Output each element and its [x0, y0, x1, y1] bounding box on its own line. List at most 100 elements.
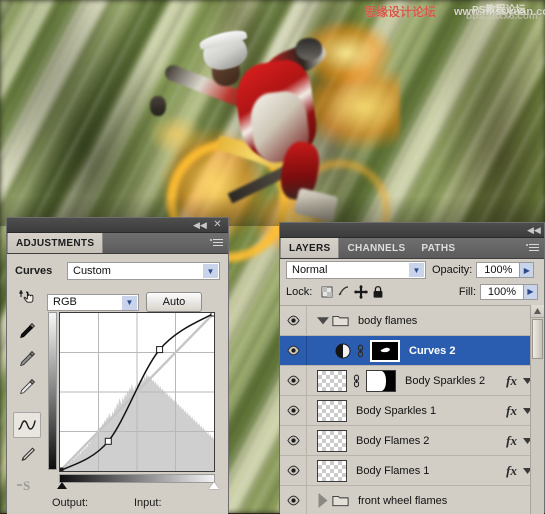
- eye-icon: [286, 495, 300, 506]
- folder-icon: [332, 315, 349, 327]
- pencil-draw-tool-icon[interactable]: [13, 442, 41, 468]
- layer-thumbnail[interactable]: [317, 459, 347, 482]
- fill-label: Fill:: [458, 285, 476, 298]
- layers-body: Normal ▼ Opacity: 100% ▶ Lock: Fill: 100…: [280, 259, 544, 514]
- channel-dropdown[interactable]: RGB ▼: [47, 293, 139, 311]
- smooth-curve-button-icon[interactable]: S: [13, 472, 41, 498]
- black-input-slider[interactable]: [57, 482, 67, 489]
- layer-row[interactable]: Body Sparkles 2 fx: [280, 366, 544, 396]
- close-icon[interactable]: ✕: [212, 220, 223, 230]
- layer-row[interactable]: body flames: [280, 306, 544, 336]
- panel-menu-icon[interactable]: [210, 237, 224, 249]
- layer-visibility-toggle[interactable]: [280, 366, 307, 395]
- lock-all-icon[interactable]: [369, 284, 386, 299]
- blend-mode-value: Normal: [292, 264, 328, 276]
- fill-input[interactable]: 100%: [480, 283, 524, 300]
- collapse-icon[interactable]: ◀◀: [527, 225, 541, 235]
- layer-visibility-toggle[interactable]: [280, 306, 307, 335]
- lock-label: Lock:: [286, 285, 313, 298]
- white-input-slider[interactable]: [209, 482, 219, 489]
- layers-tabrow: LAYERS CHANNELS PATHS: [280, 238, 544, 259]
- layer-visibility-toggle[interactable]: [280, 456, 307, 485]
- curve-control-point[interactable]: [210, 313, 214, 317]
- curve-point-tool-icon[interactable]: [13, 412, 41, 438]
- tab-layers[interactable]: LAYERS: [280, 238, 340, 258]
- layer-effects-icon[interactable]: fx: [506, 433, 517, 449]
- curve-grid[interactable]: [59, 312, 215, 472]
- auto-button[interactable]: Auto: [146, 292, 202, 312]
- layer-visibility-toggle[interactable]: [280, 396, 307, 425]
- curve-control-point[interactable]: [156, 346, 164, 354]
- input-gradient-bar: [59, 474, 215, 483]
- layer-thumbnail[interactable]: [317, 429, 347, 452]
- input-label: Input:: [134, 497, 162, 509]
- layer-row[interactable]: Body Flames 2 fx: [280, 426, 544, 456]
- svg-text:S: S: [23, 478, 30, 493]
- watermark: 思缘设计论坛 www.missyuan.com PS教程论坛 bbs.16xx8…: [364, 1, 545, 23]
- layers-titlebar: ◀◀: [280, 223, 544, 238]
- chevron-down-icon: ▼: [203, 264, 218, 278]
- tab-adjustments-label: ADJUSTMENTS: [16, 237, 95, 249]
- channel-value: RGB: [53, 296, 77, 308]
- fill-stepper-icon[interactable]: ▶: [524, 283, 538, 300]
- opacity-input[interactable]: 100%: [476, 262, 521, 278]
- black-point-eyedropper-icon[interactable]: [13, 318, 41, 344]
- tab-paths[interactable]: PATHS: [413, 238, 463, 258]
- layer-name: body flames: [358, 314, 418, 327]
- on-image-adjustment-tool-icon[interactable]: [13, 284, 41, 310]
- layer-list[interactable]: body flames Curves 2 Body Sparkles 2 fx B…: [280, 305, 544, 514]
- chevron-down-icon: ▼: [122, 295, 137, 310]
- rider-glove: [296, 38, 322, 60]
- lock-image-pixels-icon[interactable]: [335, 284, 352, 299]
- preset-dropdown[interactable]: Custom ▼: [67, 262, 220, 280]
- gray-point-eyedropper-icon[interactable]: [13, 346, 41, 372]
- watermark-secondary-url-text: bbs.16xx8.com: [466, 11, 538, 22]
- eye-icon: [286, 435, 300, 446]
- layer-thumbnails: [307, 369, 396, 392]
- layer-effects-icon[interactable]: fx: [506, 403, 517, 419]
- layer-name: front wheel flames: [358, 494, 448, 507]
- layer-row[interactable]: Body Sparkles 1 fx: [280, 396, 544, 426]
- layer-effects-icon[interactable]: fx: [506, 463, 517, 479]
- layer-row[interactable]: front wheel flames: [280, 486, 544, 514]
- layer-name: Body Flames 1: [356, 464, 430, 477]
- layer-thumbnail[interactable]: [317, 369, 347, 392]
- left-grip: [150, 96, 166, 116]
- curve-control-point[interactable]: [104, 437, 112, 445]
- tab-channels-label: CHANNELS: [347, 242, 406, 254]
- tab-channels[interactable]: CHANNELS: [339, 238, 413, 258]
- layer-mask-thumbnail[interactable]: [366, 369, 396, 392]
- curves-graph[interactable]: [48, 312, 215, 489]
- curve-control-point[interactable]: [60, 467, 64, 471]
- curves-tool-strip: S: [13, 284, 43, 493]
- panel-menu-icon[interactable]: [526, 242, 540, 254]
- curves-label: Curves: [15, 265, 53, 277]
- output-label: Output:: [52, 497, 89, 509]
- layer-thumbnail[interactable]: [317, 399, 347, 422]
- curves-adjustment-thumb[interactable]: [335, 343, 351, 359]
- white-point-eyedropper-icon[interactable]: [13, 374, 41, 400]
- tab-layers-label: LAYERS: [289, 242, 331, 254]
- layer-visibility-toggle[interactable]: [280, 426, 307, 455]
- scroll-up-icon[interactable]: [531, 305, 544, 318]
- layer-visibility-toggle[interactable]: [280, 486, 307, 514]
- layer-thumbnails: [307, 339, 400, 362]
- lock-position-icon[interactable]: [352, 284, 369, 299]
- layer-visibility-toggle[interactable]: [280, 336, 307, 365]
- lock-row: Lock: Fill: 100% ▶: [280, 281, 544, 302]
- chevron-down-icon: [317, 316, 329, 325]
- opacity-label: Opacity:: [432, 264, 473, 276]
- opacity-stepper-icon[interactable]: ▶: [520, 262, 535, 278]
- layer-row[interactable]: Body Flames 1 fx: [280, 456, 544, 486]
- scrollbar-thumb[interactable]: [532, 319, 543, 359]
- layer-mask-thumbnail[interactable]: [370, 339, 400, 362]
- collapse-icon[interactable]: ◀◀: [193, 220, 207, 230]
- layer-row[interactable]: Curves 2: [280, 336, 544, 366]
- layers-scrollbar[interactable]: [530, 305, 544, 514]
- blend-mode-dropdown[interactable]: Normal ▼: [286, 261, 426, 279]
- preset-row: Curves Custom ▼: [7, 254, 228, 284]
- lock-transparent-pixels-icon[interactable]: [318, 284, 335, 299]
- tab-adjustments[interactable]: ADJUSTMENTS: [7, 233, 104, 253]
- tab-paths-label: PATHS: [421, 242, 456, 254]
- layer-effects-icon[interactable]: fx: [506, 373, 517, 389]
